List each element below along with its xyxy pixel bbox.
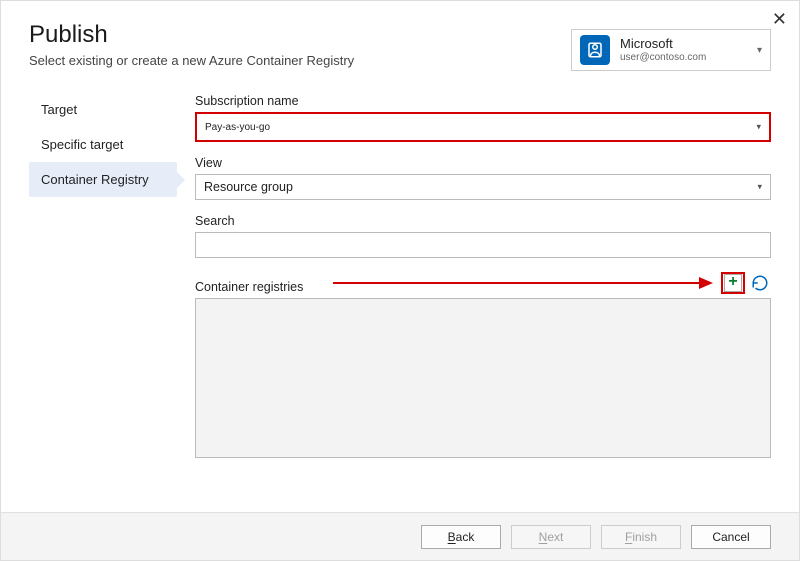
view-select[interactable]: Resource group ▾ [195,174,771,200]
refresh-button[interactable] [749,272,771,294]
sidebar-item-specific-target[interactable]: Specific target [29,127,177,162]
view-label: View [195,156,771,170]
back-button[interactable]: Back [421,525,501,549]
search-input[interactable] [195,232,771,258]
account-name: Microsoft [620,37,706,51]
sidebar-item-container-registry[interactable]: Container Registry [29,162,177,197]
container-registries-list[interactable] [195,298,771,458]
subscription-label: Subscription name [195,94,771,108]
subscription-select[interactable]: Pay-as-you-go ▾ [195,112,771,142]
add-registry-button[interactable]: + [721,272,745,294]
chevron-down-icon: ▾ [757,182,762,193]
callout-arrow [307,272,717,294]
sidebar-item-target[interactable]: Target [29,92,177,127]
account-email: user@contoso.com [620,52,706,63]
view-value: Resource group [204,180,293,194]
finish-button: Finish [601,525,681,549]
registries-label: Container registries [195,280,303,294]
next-button: Next [511,525,591,549]
search-label: Search [195,214,771,228]
chevron-down-icon: ▾ [756,122,761,133]
dialog-footer: Back Next Finish Cancel [1,512,799,560]
account-badge-icon [580,35,610,65]
chevron-down-icon: ▾ [757,45,762,56]
account-picker[interactable]: Microsoft user@contoso.com ▾ [571,29,771,71]
cancel-button[interactable]: Cancel [691,525,771,549]
wizard-steps: Target Specific target Container Registr… [29,92,177,458]
close-icon[interactable]: ✕ [772,9,787,30]
plus-icon: + [724,274,742,292]
subscription-value: Pay-as-you-go [205,122,270,133]
